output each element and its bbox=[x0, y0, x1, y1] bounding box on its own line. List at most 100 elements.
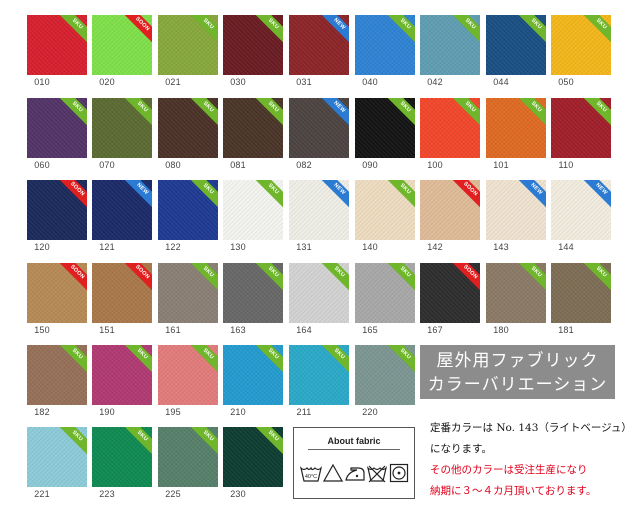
note-line-1: 定番カラーは No. 143（ライトベージュ） bbox=[430, 422, 632, 434]
swatch-color: SKU bbox=[27, 98, 87, 158]
swatch-color: SKU bbox=[223, 15, 283, 75]
note-line-3: その他のカラーは受注生産になり bbox=[430, 464, 588, 476]
swatch-tag: SKU bbox=[581, 263, 611, 292]
swatch-color: SKU bbox=[27, 15, 87, 75]
no-dry-clean-icon bbox=[367, 465, 387, 483]
swatch-color: SKU bbox=[420, 15, 480, 75]
swatch-tag: SKU bbox=[385, 98, 415, 127]
swatch-color: SKU bbox=[355, 345, 415, 405]
swatch-tag: SKU bbox=[253, 345, 283, 374]
swatch-color: SKU bbox=[355, 15, 415, 75]
swatch-code: 131 bbox=[296, 242, 312, 252]
swatch-tag: SKU bbox=[516, 263, 546, 292]
swatch-code: 030 bbox=[230, 77, 246, 87]
swatch-color: SKU bbox=[223, 98, 283, 158]
wash-temp-label: 40°C bbox=[305, 474, 317, 480]
swatch-code: 021 bbox=[165, 77, 181, 87]
swatch-code: 161 bbox=[165, 325, 181, 335]
swatch-color: SKU bbox=[289, 345, 349, 405]
swatch-code: 167 bbox=[427, 325, 443, 335]
swatch-color: SKU bbox=[158, 345, 218, 405]
swatch-code: 223 bbox=[99, 489, 115, 499]
swatch-tag: SKU bbox=[253, 263, 283, 292]
swatch-tag: SKU bbox=[188, 427, 218, 456]
swatch-tag: SKU bbox=[57, 98, 87, 127]
swatch-code: 165 bbox=[362, 325, 378, 335]
swatch-color: NEW bbox=[551, 180, 611, 240]
swatch-code: 150 bbox=[34, 325, 50, 335]
swatch-color: SOON bbox=[27, 180, 87, 240]
title-line-2: カラーバリエーション bbox=[427, 375, 608, 395]
swatch-code: 210 bbox=[230, 407, 246, 417]
swatch-color: SOON bbox=[420, 180, 480, 240]
swatch-tag: SKU bbox=[188, 180, 218, 209]
swatch-tag: SKU bbox=[450, 98, 480, 127]
swatch-code: 120 bbox=[34, 242, 50, 252]
swatch-color: SKU bbox=[158, 15, 218, 75]
swatch-tag: SOON bbox=[450, 180, 480, 209]
swatch-tag: SKU bbox=[57, 345, 87, 374]
swatch-color: SKU bbox=[223, 263, 283, 323]
swatch-tag: SKU bbox=[385, 345, 415, 374]
swatch-color: SKU bbox=[27, 427, 87, 487]
swatch-color: NEW bbox=[289, 180, 349, 240]
swatch-color: SKU bbox=[355, 98, 415, 158]
swatch-code: 100 bbox=[427, 160, 443, 170]
swatch-code: 020 bbox=[99, 77, 115, 87]
swatch-color: SKU bbox=[486, 98, 546, 158]
swatch-code: 221 bbox=[34, 489, 50, 499]
swatch-tag: SKU bbox=[122, 345, 152, 374]
swatch-tag: SKU bbox=[253, 98, 283, 127]
swatch-code: 190 bbox=[99, 407, 115, 417]
swatch-tag: SOON bbox=[122, 15, 152, 44]
swatch-tag: SKU bbox=[319, 263, 349, 292]
swatch-color: SKU bbox=[223, 345, 283, 405]
swatch-code: 180 bbox=[493, 325, 509, 335]
swatch-color: SKU bbox=[92, 345, 152, 405]
swatch-code: 164 bbox=[296, 325, 312, 335]
care-icons: 40°C bbox=[300, 462, 410, 486]
tumble-dry-icon bbox=[389, 463, 409, 483]
swatch-code: 081 bbox=[230, 160, 246, 170]
swatch-code: 010 bbox=[34, 77, 50, 87]
swatch-code: 080 bbox=[165, 160, 181, 170]
swatch-tag: SKU bbox=[188, 263, 218, 292]
swatch-tag: SKU bbox=[516, 15, 546, 44]
swatch-color: SKU bbox=[355, 263, 415, 323]
swatch-color: SKU bbox=[223, 427, 283, 487]
swatch-color: SOON bbox=[92, 263, 152, 323]
swatch-color: SKU bbox=[551, 15, 611, 75]
swatch-color: SKU bbox=[551, 98, 611, 158]
note-line-4: 納期に３～４カ月頂いております。 bbox=[430, 485, 597, 497]
swatch-code: 142 bbox=[427, 242, 443, 252]
iron-low-icon bbox=[345, 467, 365, 481]
swatch-color: SKU bbox=[92, 98, 152, 158]
swatch-code: 151 bbox=[99, 325, 115, 335]
swatch-code: 121 bbox=[99, 242, 115, 252]
swatch-color: SKU bbox=[223, 180, 283, 240]
swatch-code: 130 bbox=[230, 242, 246, 252]
swatch-code: 230 bbox=[230, 489, 246, 499]
swatch-code: 211 bbox=[296, 407, 312, 417]
swatch-tag: SOON bbox=[122, 263, 152, 292]
swatch-tag: SKU bbox=[253, 180, 283, 209]
swatch-color: SKU bbox=[551, 263, 611, 323]
swatch-code: 040 bbox=[362, 77, 378, 87]
swatch-color: SOON bbox=[92, 15, 152, 75]
note-line-2: になります。 bbox=[430, 443, 492, 455]
swatch-tag: SKU bbox=[450, 15, 480, 44]
swatch-tag: SKU bbox=[57, 427, 87, 456]
swatch-tag: SOON bbox=[57, 180, 87, 209]
swatch-color: SKU bbox=[486, 263, 546, 323]
swatch-code: 220 bbox=[362, 407, 378, 417]
swatch-tag: NEW bbox=[319, 98, 349, 127]
swatch-tag: SKU bbox=[253, 15, 283, 44]
swatch-code: 082 bbox=[296, 160, 312, 170]
swatch-tag: SKU bbox=[122, 427, 152, 456]
swatch-tag: NEW bbox=[122, 180, 152, 209]
swatch-color: SKU bbox=[355, 180, 415, 240]
swatch-tag: SOON bbox=[450, 263, 480, 292]
swatch-tag: SKU bbox=[188, 15, 218, 44]
swatch-code: 182 bbox=[34, 407, 50, 417]
swatch-code: 140 bbox=[362, 242, 378, 252]
